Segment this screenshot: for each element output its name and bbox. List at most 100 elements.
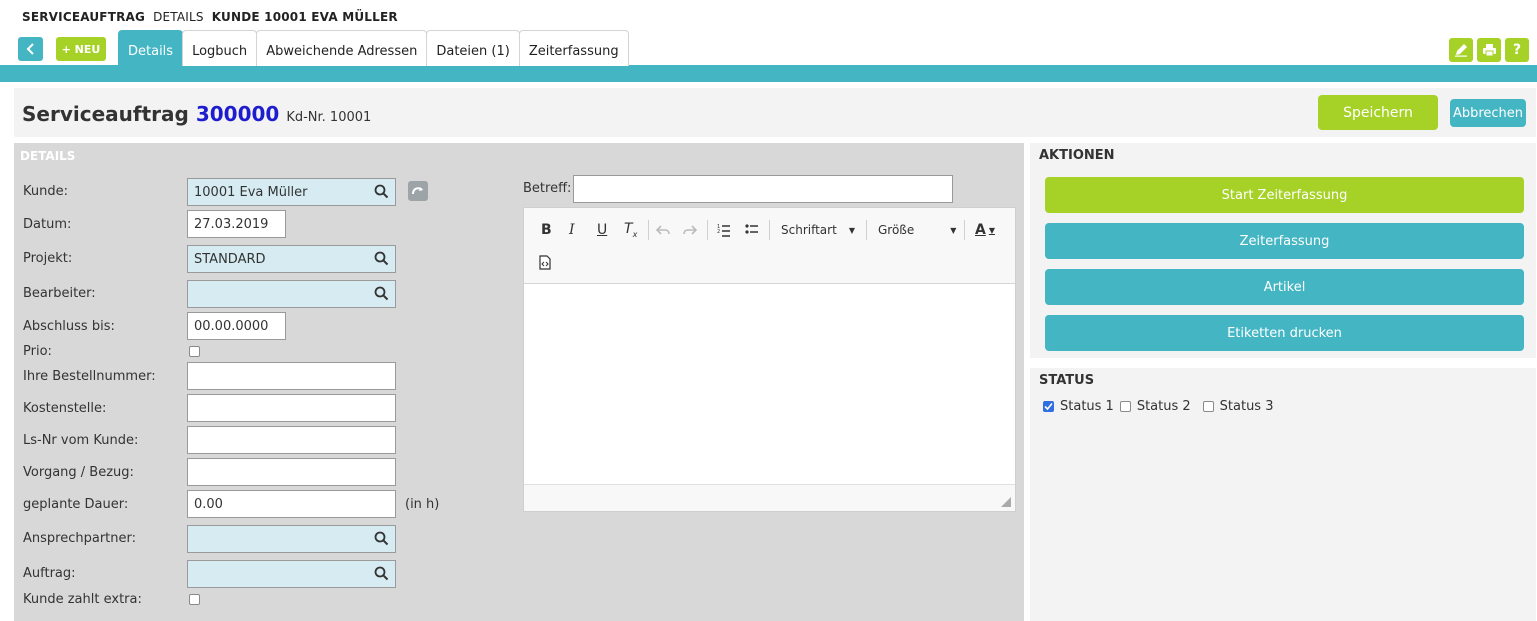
datum-value: 27.03.2019 — [194, 216, 269, 232]
aktionen-title: AKTIONEN — [1039, 148, 1115, 163]
redo-button[interactable] — [683, 222, 697, 238]
title-bar: Serviceauftrag 300000 Kd-Nr. 10001 Speic… — [14, 88, 1536, 137]
help-button[interactable]: ? — [1505, 38, 1529, 62]
abschluss-label: Abschluss bis: — [23, 319, 115, 334]
vorgang-field[interactable] — [187, 458, 396, 486]
cancel-button[interactable]: Abbrechen — [1450, 99, 1526, 127]
extra-checkbox[interactable] — [189, 594, 200, 605]
bestellnummer-label: Ihre Bestellnummer: — [23, 369, 156, 384]
search-icon[interactable] — [374, 531, 389, 546]
font-size-select[interactable]: Größe ▼ — [878, 222, 956, 238]
start-zeiterfassung-button[interactable]: Start Zeiterfassung — [1045, 177, 1524, 213]
question-mark-icon: ? — [1512, 42, 1522, 58]
customer-number: Kd-Nr. 10001 — [286, 110, 372, 125]
page-title-label: Serviceauftrag — [22, 102, 189, 126]
status-3-checkbox[interactable] — [1202, 401, 1214, 412]
tab-underline-bar — [0, 65, 1537, 82]
toolbar-separator — [707, 220, 708, 240]
numbered-list-button[interactable]: 12 — [717, 222, 731, 238]
redo-icon — [683, 225, 697, 235]
etiketten-drucken-button[interactable]: Etiketten drucken — [1045, 315, 1524, 351]
aktionen-panel: AKTIONEN Start Zeiterfassung Zeiterfassu… — [1030, 143, 1536, 358]
projekt-lookup-field[interactable]: STANDARD — [187, 245, 396, 273]
abschluss-value: 00.00.0000 — [194, 318, 269, 334]
dauer-label: geplante Dauer: — [23, 497, 129, 512]
kunde-label: Kunde: — [23, 184, 68, 199]
vorgang-label: Vorgang / Bezug: — [23, 465, 134, 480]
dauer-unit: (in h) — [405, 497, 440, 512]
tab-abweichende-adressen[interactable]: Abweichende Adressen — [256, 30, 428, 66]
italic-icon: I — [569, 222, 575, 238]
abschluss-field[interactable]: 00.00.0000 — [187, 312, 286, 340]
refresh-icon — [412, 187, 423, 195]
artikel-button[interactable]: Artikel — [1045, 269, 1524, 305]
tab-details[interactable]: Details — [118, 30, 184, 66]
bullet-list-button[interactable] — [745, 222, 759, 238]
search-icon[interactable] — [374, 184, 389, 199]
auftrag-label: Auftrag: — [23, 566, 76, 581]
remove-format-icon: Tx — [624, 221, 638, 239]
italic-button[interactable]: I — [569, 222, 575, 238]
status-2-label: Status 2 — [1136, 399, 1191, 414]
page-title: Serviceauftrag 300000 Kd-Nr. 10001 — [22, 102, 371, 126]
bold-button[interactable]: B — [541, 222, 552, 238]
tool-icons: ? — [1449, 38, 1529, 62]
checkmark-icon — [1044, 402, 1053, 411]
kostenstelle-label: Kostenstelle: — [23, 401, 107, 416]
status-checkbox-row: Status 1 Status 2 Status 3 — [1043, 399, 1273, 414]
search-icon[interactable] — [374, 566, 389, 581]
editor-footer — [524, 484, 1015, 511]
toolbar-separator — [866, 220, 867, 240]
betreff-field[interactable] — [573, 175, 953, 203]
dauer-value: 0.00 — [194, 496, 223, 512]
kostenstelle-field[interactable] — [187, 394, 396, 422]
toolbar-separator — [769, 220, 770, 240]
zeiterfassung-button[interactable]: Zeiterfassung — [1045, 223, 1524, 259]
underline-button[interactable]: U — [597, 222, 607, 238]
kunde-lookup-field[interactable]: 10001 Eva Müller — [187, 178, 396, 206]
caret-down-icon: ▼ — [988, 225, 995, 235]
tab-dateien[interactable]: Dateien (1) — [426, 30, 520, 66]
datum-label: Datum: — [23, 217, 72, 232]
bestellnummer-field[interactable] — [187, 362, 396, 390]
print-button[interactable] — [1477, 38, 1501, 62]
edit-button[interactable] — [1449, 38, 1473, 62]
search-icon[interactable] — [374, 286, 389, 301]
text-color-button[interactable]: A ▼ — [975, 222, 995, 238]
tab-logbuch[interactable]: Logbuch — [182, 30, 258, 66]
ansprechpartner-lookup-field[interactable] — [187, 525, 396, 553]
prio-checkbox[interactable] — [189, 346, 200, 357]
remove-format-button[interactable]: Tx — [624, 221, 638, 239]
dauer-field[interactable]: 0.00 — [187, 490, 396, 518]
ansprechpartner-label: Ansprechpartner: — [23, 531, 136, 546]
breadcrumb-module: SERVICEAUFTRAG — [22, 10, 146, 24]
rich-text-editor: B I U Tx 12 Schriftart ▼ Größe ▼ A ▼ — [523, 207, 1016, 512]
printer-icon — [1482, 44, 1496, 57]
auftrag-lookup-field[interactable] — [187, 560, 396, 588]
font-family-select[interactable]: Schriftart ▼ — [781, 222, 855, 238]
undo-icon — [656, 225, 670, 235]
search-icon[interactable] — [374, 251, 389, 266]
editor-content-area[interactable] — [524, 284, 1015, 484]
undo-button[interactable] — [656, 222, 670, 238]
breadcrumb-customer: KUNDE 10001 EVA MÜLLER — [211, 10, 398, 24]
status-1-checkbox[interactable] — [1043, 401, 1054, 412]
font-size-label: Größe — [878, 223, 915, 237]
breadcrumb: SERVICEAUFTRAG DETAILS KUNDE 10001 EVA M… — [22, 9, 398, 25]
tab-zeiterfassung[interactable]: Zeiterfassung — [518, 30, 629, 66]
order-number: 300000 — [195, 102, 280, 126]
back-button[interactable] — [18, 37, 43, 61]
lsnr-field[interactable] — [187, 426, 396, 454]
numbered-list-icon: 12 — [717, 224, 730, 237]
tab-list: Details Logbuch Abweichende Adressen Dat… — [118, 30, 629, 66]
editor-toolbar: B I U Tx 12 Schriftart ▼ Größe ▼ A ▼ — [524, 208, 1015, 284]
datum-field[interactable]: 27.03.2019 — [187, 210, 286, 238]
status-2-checkbox[interactable] — [1119, 401, 1131, 412]
refresh-customer-button[interactable] — [408, 181, 428, 201]
status-1-label: Status 1 — [1060, 399, 1114, 414]
save-button[interactable]: Speichern — [1318, 95, 1438, 130]
new-button[interactable]: + NEU — [56, 37, 106, 61]
source-button[interactable] — [539, 254, 551, 270]
bearbeiter-lookup-field[interactable] — [187, 280, 396, 308]
resize-handle-icon[interactable] — [1001, 497, 1011, 507]
